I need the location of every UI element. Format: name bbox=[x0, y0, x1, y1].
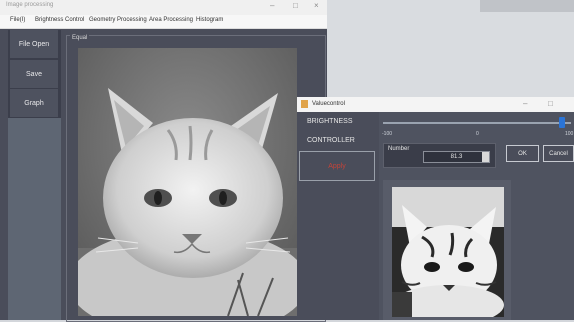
ok-button[interactable]: OK bbox=[506, 145, 539, 162]
cancel-button[interactable]: Cancel bbox=[543, 145, 574, 162]
menu-area-processing[interactable]: Area Processing bbox=[149, 17, 193, 23]
number-spinner[interactable] bbox=[482, 152, 489, 162]
menu-histogram[interactable]: Histogram bbox=[196, 17, 223, 23]
value-control-title: Valuecontrol bbox=[312, 101, 345, 107]
slider-max-label: 100 bbox=[565, 131, 574, 137]
slider-thumb[interactable] bbox=[558, 117, 565, 128]
number-input[interactable]: 81.3 bbox=[423, 151, 490, 163]
minimize-icon[interactable]: – bbox=[270, 1, 274, 10]
background-band bbox=[480, 0, 574, 12]
cat-photo bbox=[78, 48, 297, 316]
graph-button[interactable]: Graph bbox=[10, 89, 58, 117]
sidebar-lower-panel bbox=[8, 118, 61, 320]
preview-image bbox=[392, 187, 504, 317]
controller-label: CONTROLLER bbox=[307, 137, 355, 144]
brightness-slider[interactable] bbox=[383, 122, 571, 124]
slider-mid-label: 0 bbox=[476, 131, 479, 137]
file-open-button[interactable]: File Open bbox=[10, 30, 58, 58]
vc-minimize-icon[interactable]: – bbox=[523, 99, 527, 108]
menu-file[interactable]: File(I) bbox=[10, 17, 25, 23]
menu-geometry-processing[interactable]: Geometry Processing bbox=[89, 17, 147, 23]
number-label: Number bbox=[388, 146, 410, 152]
main-window-title: Image processing bbox=[6, 2, 54, 8]
maximize-icon[interactable]: □ bbox=[293, 1, 298, 10]
save-button[interactable]: Save bbox=[10, 60, 58, 88]
slider-min-label: -100 bbox=[382, 131, 393, 137]
vc-maximize-icon[interactable]: □ bbox=[548, 99, 553, 108]
close-icon[interactable]: × bbox=[314, 1, 319, 10]
desktop-background bbox=[327, 0, 574, 100]
apply-button[interactable]: Apply bbox=[299, 151, 375, 181]
app-icon bbox=[301, 100, 308, 108]
menu-brightness-control[interactable]: Brightness Control bbox=[35, 17, 84, 23]
brightness-label: BRIGHTNESS bbox=[307, 118, 353, 125]
image-group-label: Equal bbox=[70, 35, 90, 41]
